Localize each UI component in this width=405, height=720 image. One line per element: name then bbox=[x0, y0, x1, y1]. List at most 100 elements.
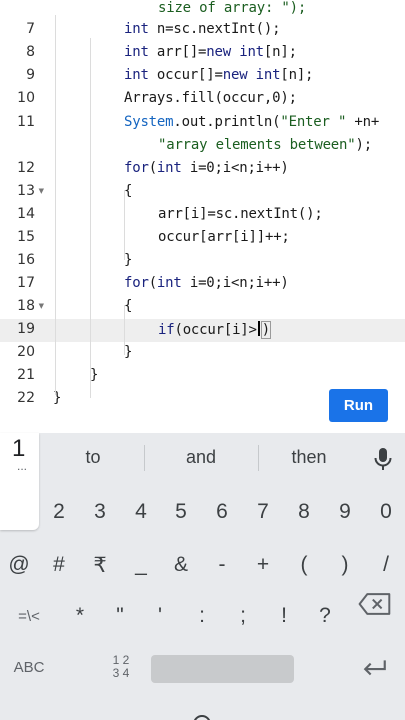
symbol-key[interactable]: =\< bbox=[9, 593, 49, 639]
code-text: Arrays.fill(occur,0); bbox=[124, 90, 297, 106]
symbol-key[interactable]: # bbox=[39, 542, 79, 588]
space-key[interactable] bbox=[151, 655, 294, 683]
code-line[interactable]: "array elements between"); bbox=[0, 135, 405, 158]
symbol-key[interactable]: _ bbox=[121, 542, 161, 588]
symbol-key[interactable]: / bbox=[366, 542, 405, 588]
line-gutter: 19 bbox=[0, 319, 48, 342]
symbol-key[interactable]: ( bbox=[284, 542, 324, 588]
digit-key[interactable]: 9 bbox=[325, 489, 365, 535]
code-line[interactable]: 18 ▼ { bbox=[0, 296, 405, 319]
symbol-key[interactable]: ! bbox=[264, 593, 304, 639]
code-line[interactable]: 16} bbox=[0, 250, 405, 273]
symbol-key[interactable]: " bbox=[100, 593, 140, 639]
code-line[interactable]: 8 int arr[]=new int[n]; bbox=[0, 42, 405, 65]
digit-key[interactable]: 4 bbox=[121, 489, 161, 535]
code-token: } bbox=[124, 344, 133, 360]
code-line[interactable]: 10 Arrays.fill(occur,0); bbox=[0, 88, 405, 111]
digit-key[interactable]: 7 bbox=[243, 489, 283, 535]
symbol-key[interactable]: ; bbox=[223, 593, 263, 639]
code-line[interactable]: 19 if(occur[i]>) bbox=[0, 319, 405, 342]
line-number: 16 bbox=[17, 252, 35, 268]
symbol-key[interactable]: ' bbox=[140, 593, 180, 639]
code-token: .out.println( bbox=[173, 114, 281, 130]
code-token: n=sc.nextInt(); bbox=[148, 21, 281, 37]
code-line[interactable]: size of array: "); bbox=[0, 0, 405, 21]
backspace-icon[interactable] bbox=[358, 593, 392, 615]
code-token: ( bbox=[148, 275, 157, 291]
symbol-key[interactable]: @ bbox=[0, 542, 39, 588]
code-token: occur[arr[i]]++; bbox=[158, 229, 290, 245]
symbol-key[interactable]: ₹ bbox=[80, 542, 120, 588]
line-gutter: 9 bbox=[0, 65, 48, 88]
code-line[interactable]: 14 arr[i]=sc.nextInt(); bbox=[0, 204, 405, 227]
code-text: int occur[]=new int[n]; bbox=[124, 67, 313, 83]
digit-key[interactable]: 0 bbox=[366, 489, 405, 535]
line-number: 17 bbox=[17, 275, 35, 291]
symbol-key[interactable]: ? bbox=[305, 593, 345, 639]
code-text: int arr[]=new int[n]; bbox=[124, 44, 297, 60]
code-token: int bbox=[156, 275, 182, 291]
line-gutter: 16 bbox=[0, 250, 48, 273]
code-token: "Enter " bbox=[280, 114, 347, 130]
code-text: arr[i]=sc.nextInt(); bbox=[158, 206, 323, 222]
digit-key[interactable]: 6 bbox=[202, 489, 242, 535]
fold-toggle-icon[interactable]: ▼ bbox=[39, 302, 44, 310]
code-text: occur[arr[i]]++; bbox=[158, 229, 290, 245]
numpad-key[interactable]: 1 2 3 4 bbox=[100, 644, 142, 690]
suggestion-1[interactable]: to bbox=[62, 447, 124, 468]
code-token: int bbox=[124, 44, 149, 60]
number-key-1[interactable]: 1 ... bbox=[0, 433, 39, 530]
code-token: size of array: "); bbox=[158, 0, 307, 16]
line-number: 20 bbox=[17, 344, 35, 360]
text-cursor bbox=[257, 321, 260, 336]
indent-guide bbox=[124, 305, 125, 355]
code-line[interactable]: 20} bbox=[0, 342, 405, 365]
symbol-key[interactable]: * bbox=[60, 593, 100, 639]
abc-key[interactable]: ABC bbox=[4, 644, 54, 690]
line-gutter bbox=[0, 0, 48, 21]
digit-key[interactable]: 3 bbox=[80, 489, 120, 535]
code-token: for bbox=[124, 160, 149, 176]
code-line[interactable]: 7 int n=sc.nextInt(); bbox=[0, 19, 405, 42]
code-line[interactable]: 11 System.out.println("Enter " +n+ bbox=[0, 112, 405, 135]
code-line[interactable]: 21} bbox=[0, 365, 405, 388]
code-line[interactable]: 13 ▼ { bbox=[0, 181, 405, 204]
line-gutter: 22 bbox=[0, 388, 48, 411]
code-token: [n]; bbox=[280, 67, 314, 83]
digit-key[interactable]: 2 bbox=[39, 489, 79, 535]
code-line[interactable]: 9 int occur[]=new int[n]; bbox=[0, 65, 405, 88]
symbol-key[interactable]: + bbox=[243, 542, 283, 588]
suggestion-3[interactable]: then bbox=[276, 447, 342, 468]
symbol-key[interactable]: - bbox=[202, 542, 242, 588]
home-indicator bbox=[193, 715, 211, 720]
symbol-key[interactable]: : bbox=[182, 593, 222, 639]
mic-icon[interactable] bbox=[368, 444, 398, 474]
digit-key[interactable]: 8 bbox=[284, 489, 324, 535]
code-token: } bbox=[124, 252, 133, 268]
code-token: (occur[i]> bbox=[174, 322, 257, 338]
line-gutter: 17 bbox=[0, 273, 48, 296]
code-editor[interactable]: size of array: "); 7 int n=sc.nextInt(); 8 i… bbox=[0, 0, 405, 430]
code-token: arr[i]=sc.nextInt(); bbox=[158, 206, 323, 222]
line-gutter bbox=[0, 135, 48, 158]
symbol-key[interactable]: ) bbox=[325, 542, 365, 588]
line-number: 15 bbox=[17, 229, 35, 245]
line-number: 9 bbox=[26, 67, 35, 83]
numpad-key-label: 1 2 3 4 bbox=[112, 653, 130, 680]
divider bbox=[258, 445, 259, 471]
run-button[interactable]: Run bbox=[329, 389, 388, 422]
digit-key[interactable]: 5 bbox=[161, 489, 201, 535]
code-line[interactable]: 15 occur[arr[i]]++; bbox=[0, 227, 405, 250]
line-gutter: 15 bbox=[0, 227, 48, 250]
enter-icon[interactable] bbox=[362, 659, 388, 677]
line-gutter: 8 bbox=[0, 42, 48, 65]
code-text: size of array: "); bbox=[158, 0, 306, 16]
symbol-key[interactable]: & bbox=[161, 542, 201, 588]
code-line[interactable]: 12 for(int i=0;i<n;i++) bbox=[0, 158, 405, 181]
suggestion-2[interactable]: and bbox=[166, 447, 236, 468]
code-token: int bbox=[239, 44, 264, 60]
fold-toggle-icon[interactable]: ▼ bbox=[39, 187, 44, 195]
code-line[interactable]: 17 for(int i=0;i<n;i++) bbox=[0, 273, 405, 296]
